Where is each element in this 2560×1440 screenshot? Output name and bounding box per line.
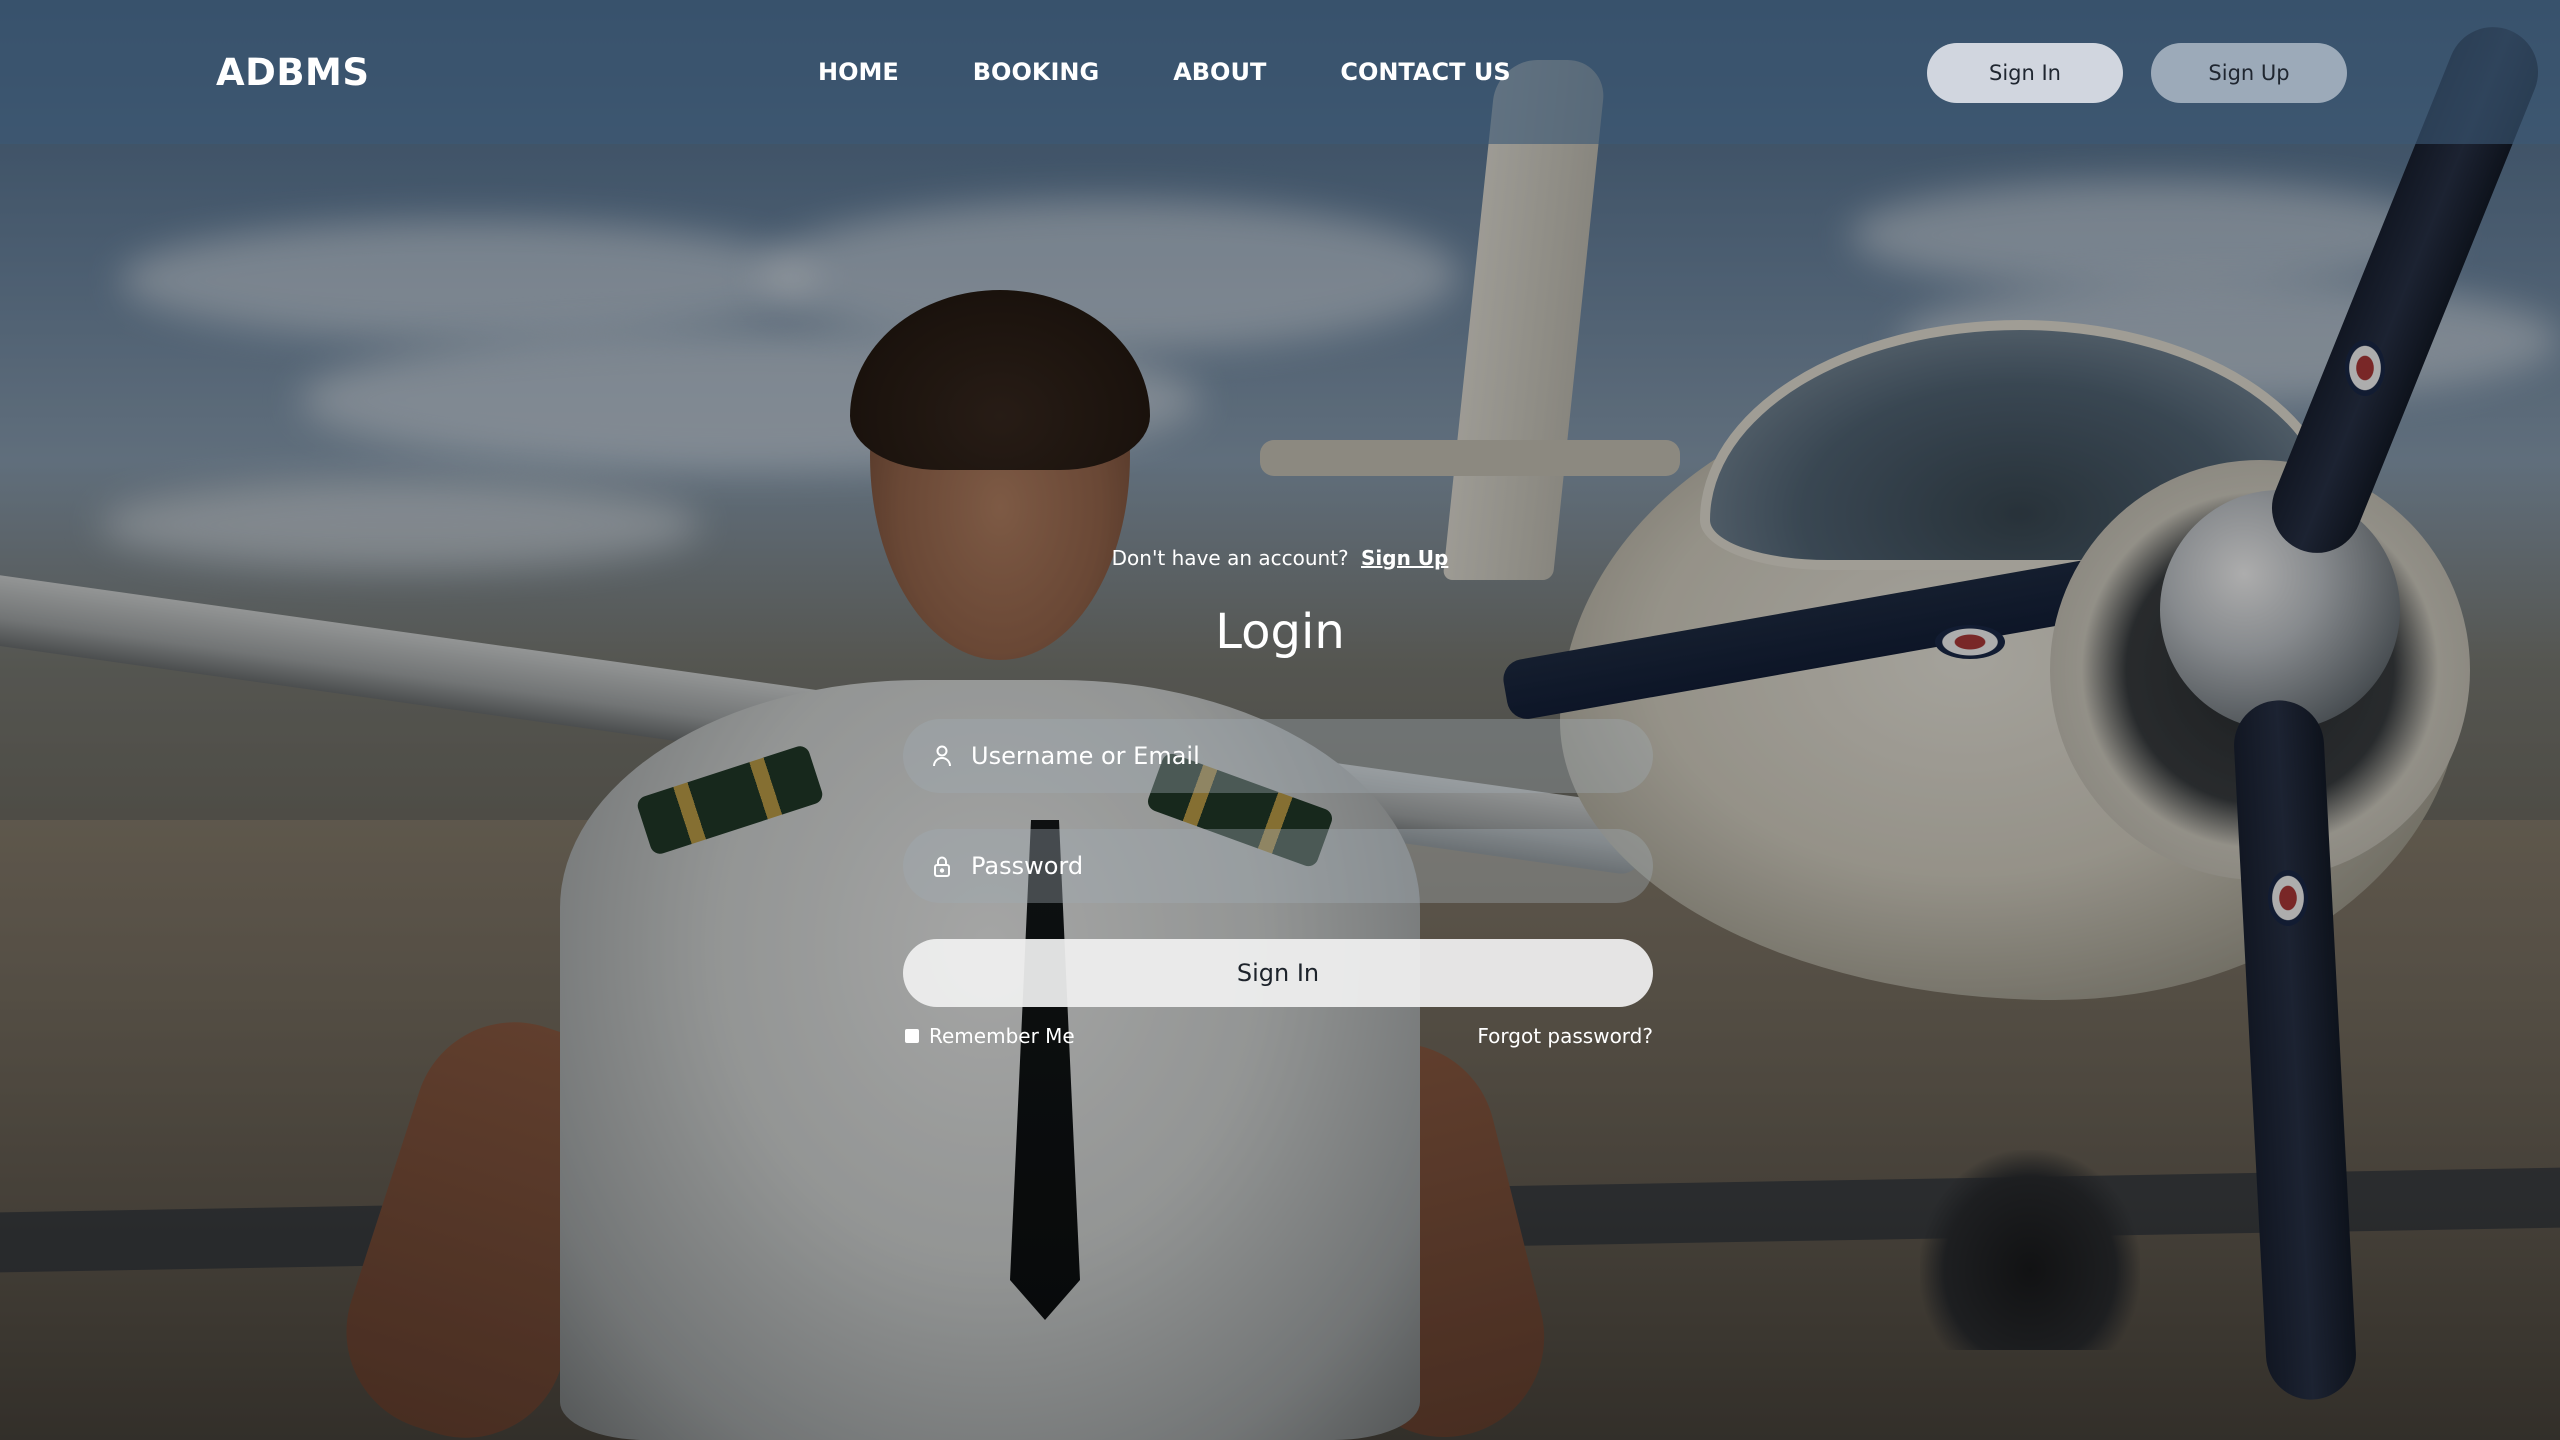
signup-link[interactable]: Sign Up [1361, 546, 1448, 570]
password-input[interactable] [969, 828, 1653, 904]
main-nav: HOME BOOKING ABOUT CONTACT US [818, 0, 1511, 144]
login-title: Login [1215, 604, 1345, 660]
username-input[interactable] [969, 718, 1653, 794]
nav-booking-link[interactable]: BOOKING [973, 58, 1099, 86]
header-sign-in-button[interactable]: Sign In [1927, 43, 2123, 103]
sign-in-submit-button[interactable]: Sign In [903, 939, 1653, 1007]
forgot-password-link[interactable]: Forgot password? [1477, 1024, 1653, 1048]
top-navbar: ADBMS HOME BOOKING ABOUT CONTACT US Sign… [0, 0, 2560, 144]
password-field[interactable] [903, 828, 1653, 904]
lock-icon [931, 855, 953, 877]
remember-me[interactable]: Remember Me [903, 1024, 1075, 1048]
remember-me-checkbox[interactable] [905, 1029, 919, 1043]
nav-about-link[interactable]: ABOUT [1173, 58, 1266, 86]
signup-prompt-text: Don't have an account? [1111, 546, 1349, 570]
nav-home-link[interactable]: HOME [818, 58, 899, 86]
user-icon [931, 745, 953, 767]
username-field[interactable] [903, 718, 1653, 794]
brand-logo[interactable]: ADBMS [216, 0, 370, 144]
remember-me-label: Remember Me [929, 1024, 1075, 1048]
signup-prompt: Don't have an account? Sign Up [0, 546, 2560, 570]
login-page: ADBMS HOME BOOKING ABOUT CONTACT US Sign… [0, 0, 2560, 1440]
nav-contact-link[interactable]: CONTACT US [1340, 58, 1510, 86]
header-sign-up-button[interactable]: Sign Up [2151, 43, 2347, 103]
